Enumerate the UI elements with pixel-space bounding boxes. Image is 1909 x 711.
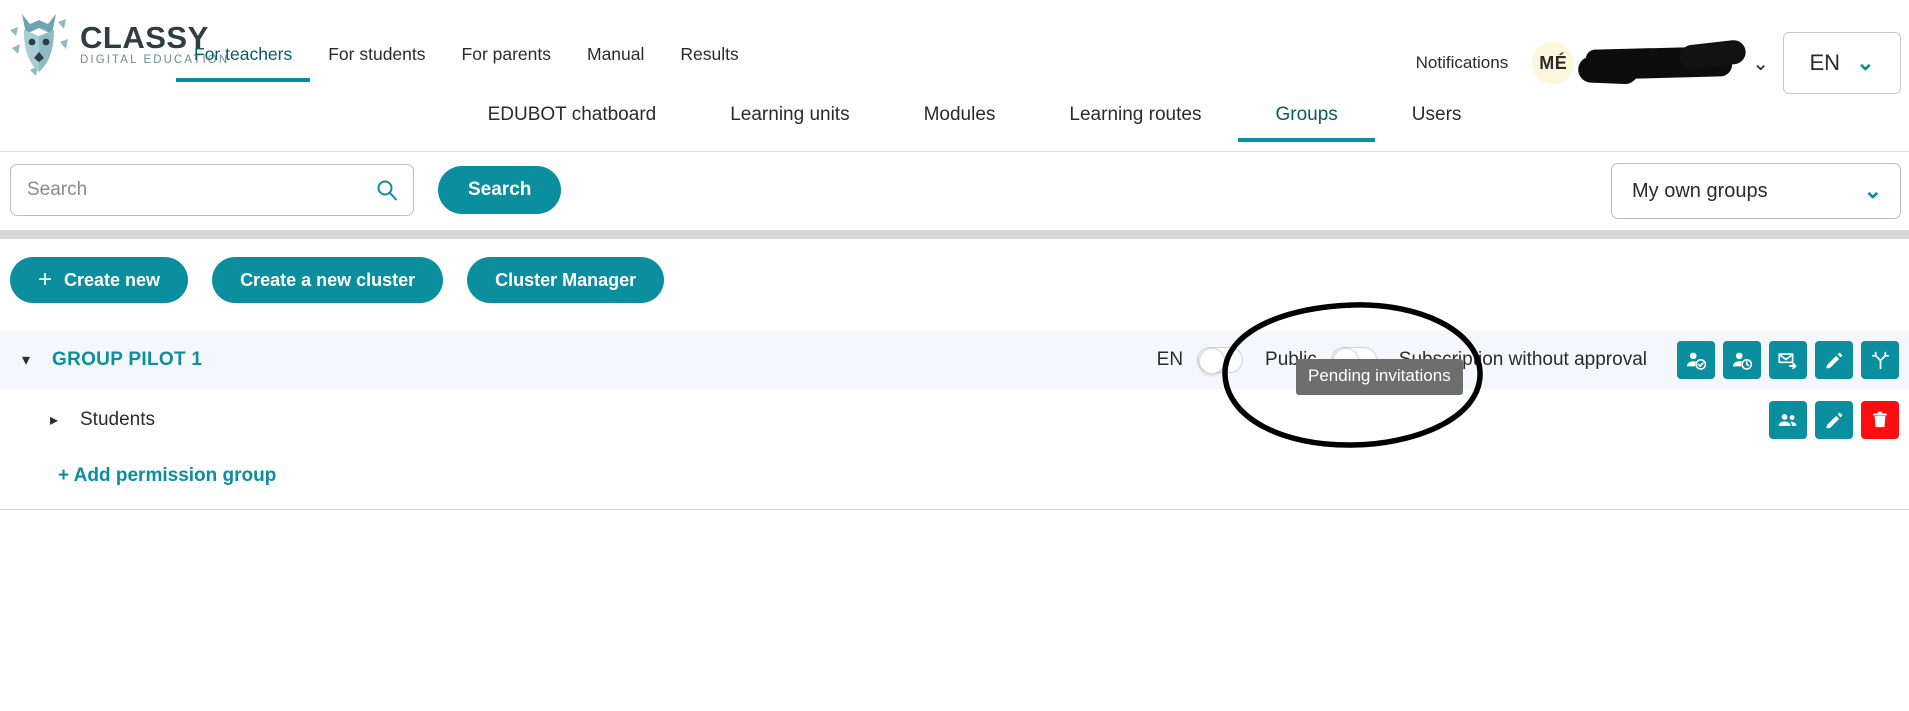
nav-item-results[interactable]: Results xyxy=(662,44,756,78)
username-label[interactable] xyxy=(1580,44,1733,82)
search-button[interactable]: Search xyxy=(438,166,562,214)
learning-route-button[interactable] xyxy=(1861,341,1899,379)
pending-members-button[interactable] xyxy=(1723,341,1761,379)
group-filter-value: My own groups xyxy=(1632,179,1768,202)
permission-group-controls xyxy=(1753,401,1899,439)
add-permission-group-link[interactable]: + Add permission group xyxy=(0,451,276,503)
create-new-button[interactable]: + Create new xyxy=(10,257,189,303)
chevron-down-icon[interactable]: ▾ xyxy=(0,350,52,370)
tab-edubot-chatboard[interactable]: EDUBOT chatboard xyxy=(451,104,694,142)
group-language-label: EN xyxy=(1156,349,1184,370)
section-divider xyxy=(0,230,1909,239)
search-icon[interactable] xyxy=(375,178,399,202)
toggle-knob xyxy=(1199,348,1226,374)
group-list: ▾ GROUP PILOT 1 EN Public Subscription w… xyxy=(0,331,1909,510)
cluster-manager-button[interactable]: Cluster Manager xyxy=(467,257,665,303)
language-value: EN xyxy=(1809,50,1841,75)
top-bar: CLASSY DIGITAL EDUCATION For teachers Fo… xyxy=(0,0,1909,104)
chevron-down-icon: ⌄ xyxy=(1863,178,1882,203)
send-invitation-button[interactable] xyxy=(1769,341,1807,379)
nav-item-for-students[interactable]: For students xyxy=(310,44,443,78)
permission-group-row: ▸ Students xyxy=(0,389,1909,451)
secondary-navigation: EDUBOT chatboard Learning units Modules … xyxy=(0,104,1909,152)
manage-members-button[interactable] xyxy=(1769,401,1807,439)
pending-invitations-tooltip: Pending invitations xyxy=(1296,359,1463,395)
tab-modules[interactable]: Modules xyxy=(887,104,1033,142)
group-row-controls: EN Public Subscription without approval xyxy=(1157,341,1899,379)
permission-group-action-buttons xyxy=(1769,401,1899,439)
plus-icon: + xyxy=(38,266,53,293)
approved-members-button[interactable] xyxy=(1677,341,1715,379)
chevron-down-icon[interactable]: ⌄ xyxy=(1752,51,1769,76)
delete-permission-group-button[interactable] xyxy=(1861,401,1899,439)
group-name[interactable]: GROUP PILOT 1 xyxy=(52,349,202,371)
tab-learning-routes[interactable]: Learning routes xyxy=(1032,104,1238,142)
tab-users[interactable]: Users xyxy=(1375,104,1499,142)
primary-navigation: For teachers For students For parents Ma… xyxy=(176,44,757,82)
nav-item-for-teachers[interactable]: For teachers xyxy=(176,44,311,82)
search-field[interactable] xyxy=(10,164,414,216)
add-permission-group-wrap: + Add permission group xyxy=(0,451,1909,503)
wolf-head-icon xyxy=(8,8,70,76)
top-bar-right: Notifications MÉ ⌄ EN ⌄ xyxy=(1416,32,1909,94)
nav-item-for-parents[interactable]: For parents xyxy=(444,44,569,78)
permission-group-name[interactable]: Students xyxy=(80,409,155,431)
notifications-link[interactable]: Notifications xyxy=(1416,53,1509,73)
edit-permission-group-button[interactable] xyxy=(1815,401,1853,439)
language-selector[interactable]: EN ⌄ xyxy=(1783,32,1901,94)
page-root: CLASSY DIGITAL EDUCATION For teachers Fo… xyxy=(0,0,1909,711)
search-input[interactable] xyxy=(25,178,375,202)
list-bottom-divider xyxy=(0,509,1909,510)
language-toggle[interactable] xyxy=(1197,347,1244,374)
create-new-cluster-button[interactable]: Create a new cluster xyxy=(212,257,444,303)
edit-group-button[interactable] xyxy=(1815,341,1853,379)
tab-learning-units[interactable]: Learning units xyxy=(693,104,886,142)
group-action-buttons xyxy=(1677,341,1899,379)
chevron-right-icon[interactable]: ▸ xyxy=(28,410,80,430)
search-row: Search My own groups ⌄ xyxy=(0,152,1909,230)
nav-item-manual[interactable]: Manual xyxy=(569,44,662,78)
avatar[interactable]: MÉ xyxy=(1532,42,1575,84)
group-row: ▾ GROUP PILOT 1 EN Public Subscription w… xyxy=(0,331,1909,389)
redaction-mark xyxy=(1585,46,1733,80)
create-new-label: Create new xyxy=(64,269,161,290)
tab-groups[interactable]: Groups xyxy=(1238,104,1375,142)
action-buttons-row: + Create new Create a new cluster Cluste… xyxy=(0,239,1909,303)
chevron-down-icon: ⌄ xyxy=(1856,50,1875,75)
group-filter-select[interactable]: My own groups ⌄ xyxy=(1611,163,1901,219)
